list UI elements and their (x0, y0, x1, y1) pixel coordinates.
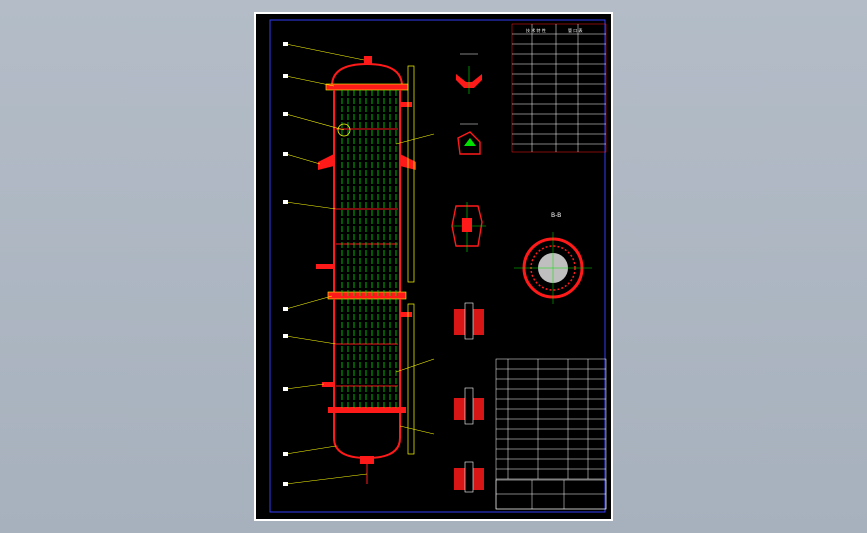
technical-spec-table: 技 术 特 性 管 口 表 (511, 23, 607, 153)
parts-list-table (495, 358, 607, 510)
section-b-b-label: B-B (551, 212, 561, 219)
table-title-tech: 技 术 特 性 (526, 27, 546, 33)
section-b-b: B-B (514, 212, 592, 304)
detail-views (451, 53, 486, 493)
drawing-sheet: B-B 技 术 特 性 管 口 表 (256, 14, 611, 519)
title-block (495, 479, 607, 510)
heat-exchanger-vessel (283, 42, 435, 486)
table-title-nozzles: 管 口 表 (568, 27, 583, 33)
cad-viewport[interactable]: B-B 技 术 特 性 管 口 表 (0, 0, 867, 533)
